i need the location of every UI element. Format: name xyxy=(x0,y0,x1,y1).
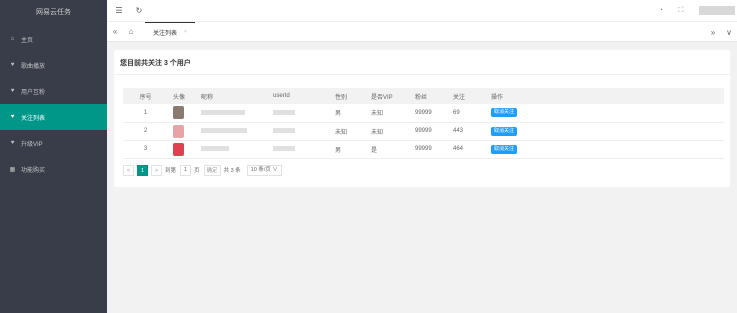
home-icon: ⌂ xyxy=(10,36,15,42)
prev-page-button[interactable]: < xyxy=(123,164,134,176)
sidebar-item-follow-list[interactable]: ♥ 关注列表 xyxy=(0,104,107,130)
nickname-redacted xyxy=(201,145,229,151)
sidebar-item-label: 主页 xyxy=(21,37,34,44)
nickname-redacted xyxy=(201,127,247,133)
sidebar-item-upgrade-vip[interactable]: ♥ 升级VIP xyxy=(0,130,107,156)
refresh-icon[interactable]: ↻ xyxy=(131,6,147,15)
tabs-more-icon[interactable]: ∨ xyxy=(721,28,737,37)
avatar xyxy=(173,142,184,156)
heart-icon: ♥ xyxy=(10,88,15,94)
row-follow: 464 xyxy=(448,140,486,159)
top-header: ☰ ↻ ◔ ⛶ xyxy=(107,0,737,21)
row-index: 3 xyxy=(123,140,168,159)
col-nickname: 昵称 xyxy=(196,88,268,104)
row-index: 2 xyxy=(123,122,168,141)
next-page-button[interactable]: > xyxy=(151,164,162,176)
sidebar-item-label: 歌曲播放 xyxy=(21,63,46,70)
total-count: 共 3 条 xyxy=(223,168,241,174)
sidebar-item-label: 升级VIP xyxy=(21,141,43,148)
card-title: 您目前共关注 3 个用户 xyxy=(114,50,730,75)
sidebar-item-purchase[interactable]: ▦ 功能购买 xyxy=(0,156,107,182)
col-vip: 是否VIP xyxy=(366,88,410,104)
row-index: 1 xyxy=(123,104,168,123)
user-avatar[interactable] xyxy=(699,6,735,15)
sidebar-item-label: 用户互粉 xyxy=(21,89,46,96)
row-vip: 是 xyxy=(366,140,410,159)
users-table: 序号 头像 昵称 userId 性别 是否VIP 粉丝 关注 操作 1 男 未知… xyxy=(123,88,724,159)
unfollow-button[interactable]: 取消关注 xyxy=(491,108,518,118)
userid-redacted xyxy=(273,127,295,133)
col-userid: userId xyxy=(268,88,330,104)
sidebar-item-label: 关注列表 xyxy=(21,115,46,122)
userid-redacted xyxy=(273,109,295,115)
row-fans: 99999 xyxy=(410,140,448,159)
avatar xyxy=(173,106,184,120)
home-tab-icon[interactable]: ⌂ xyxy=(123,27,139,36)
row-follow: 443 xyxy=(448,122,486,141)
menu-toggle-icon[interactable]: ☰ xyxy=(111,6,127,15)
col-fans: 粉丝 xyxy=(410,88,448,104)
tabs-prev-icon[interactable]: « xyxy=(107,27,123,36)
sidebar-item-song-play[interactable]: ♥ 歌曲播放 xyxy=(0,52,107,78)
tab-follow-list[interactable]: 关注列表 × xyxy=(145,21,195,42)
tabs-bar: « ⌂ 关注列表 × » ∨ xyxy=(107,21,737,42)
row-fans: 99999 xyxy=(410,122,448,141)
tab-label: 关注列表 xyxy=(153,30,178,37)
current-page[interactable]: 1 xyxy=(137,164,148,176)
table-row: 1 男 未知 99999 69 取消关注 xyxy=(123,104,724,123)
heart-icon: ♥ xyxy=(10,114,15,120)
table-header: 序号 头像 昵称 userId 性别 是否VIP 粉丝 关注 操作 xyxy=(123,88,724,104)
tabs-next-icon[interactable]: » xyxy=(705,28,721,37)
col-avatar: 头像 xyxy=(168,88,196,104)
col-follow: 关注 xyxy=(448,88,486,104)
fullscreen-icon[interactable]: ⛶ xyxy=(671,7,691,15)
confirm-button[interactable]: 确定 xyxy=(203,164,221,176)
heart-icon: ♥ xyxy=(10,140,15,146)
row-vip: 未知 xyxy=(366,122,410,141)
row-vip: 未知 xyxy=(366,104,410,123)
table-row: 3 男 是 99999 464 取消关注 xyxy=(123,140,724,159)
brand-title: 网易云任务 xyxy=(0,0,107,26)
sidebar-item-mutual-follow[interactable]: ♥ 用户互粉 xyxy=(0,78,107,104)
nickname-redacted xyxy=(201,109,245,115)
pagination: < 1 > 到第 1 页 确定 共 3 条 10 条/页 ∨ xyxy=(123,163,282,177)
close-icon[interactable]: × xyxy=(184,29,187,35)
grid-icon: ▦ xyxy=(9,166,16,173)
row-gender: 男 xyxy=(330,140,366,159)
col-index: 序号 xyxy=(123,88,168,104)
theme-icon[interactable]: ◔ xyxy=(651,7,671,14)
row-gender: 未知 xyxy=(330,122,366,141)
col-gender: 性别 xyxy=(330,88,366,104)
sidebar: 网易云任务 ⌂ 主页 ♥ 歌曲播放 ♥ 用户互粉 ♥ 关注列表 ♥ 升级VIP … xyxy=(0,0,107,313)
goto-label: 到第 xyxy=(165,168,177,174)
sidebar-item-label: 功能购买 xyxy=(21,167,46,174)
unfollow-button[interactable]: 取消关注 xyxy=(491,144,518,154)
heart-icon: ♥ xyxy=(10,62,15,68)
userid-redacted xyxy=(273,145,295,151)
follow-list-card: 您目前共关注 3 个用户 序号 头像 昵称 userId 性别 是否VIP 粉丝… xyxy=(114,50,730,187)
row-follow: 69 xyxy=(448,104,486,123)
unfollow-button[interactable]: 取消关注 xyxy=(491,126,518,136)
sidebar-item-home[interactable]: ⌂ 主页 xyxy=(0,26,107,52)
row-gender: 男 xyxy=(330,104,366,123)
table-row: 2 未知 未知 99999 443 取消关注 xyxy=(123,122,724,141)
goto-page-input[interactable]: 1 xyxy=(180,164,192,176)
page-size-select[interactable]: 10 条/页 ∨ xyxy=(246,164,282,176)
col-action: 操作 xyxy=(486,88,724,104)
page-unit-label: 页 xyxy=(194,168,200,174)
row-fans: 99999 xyxy=(410,104,448,123)
avatar xyxy=(173,124,184,138)
